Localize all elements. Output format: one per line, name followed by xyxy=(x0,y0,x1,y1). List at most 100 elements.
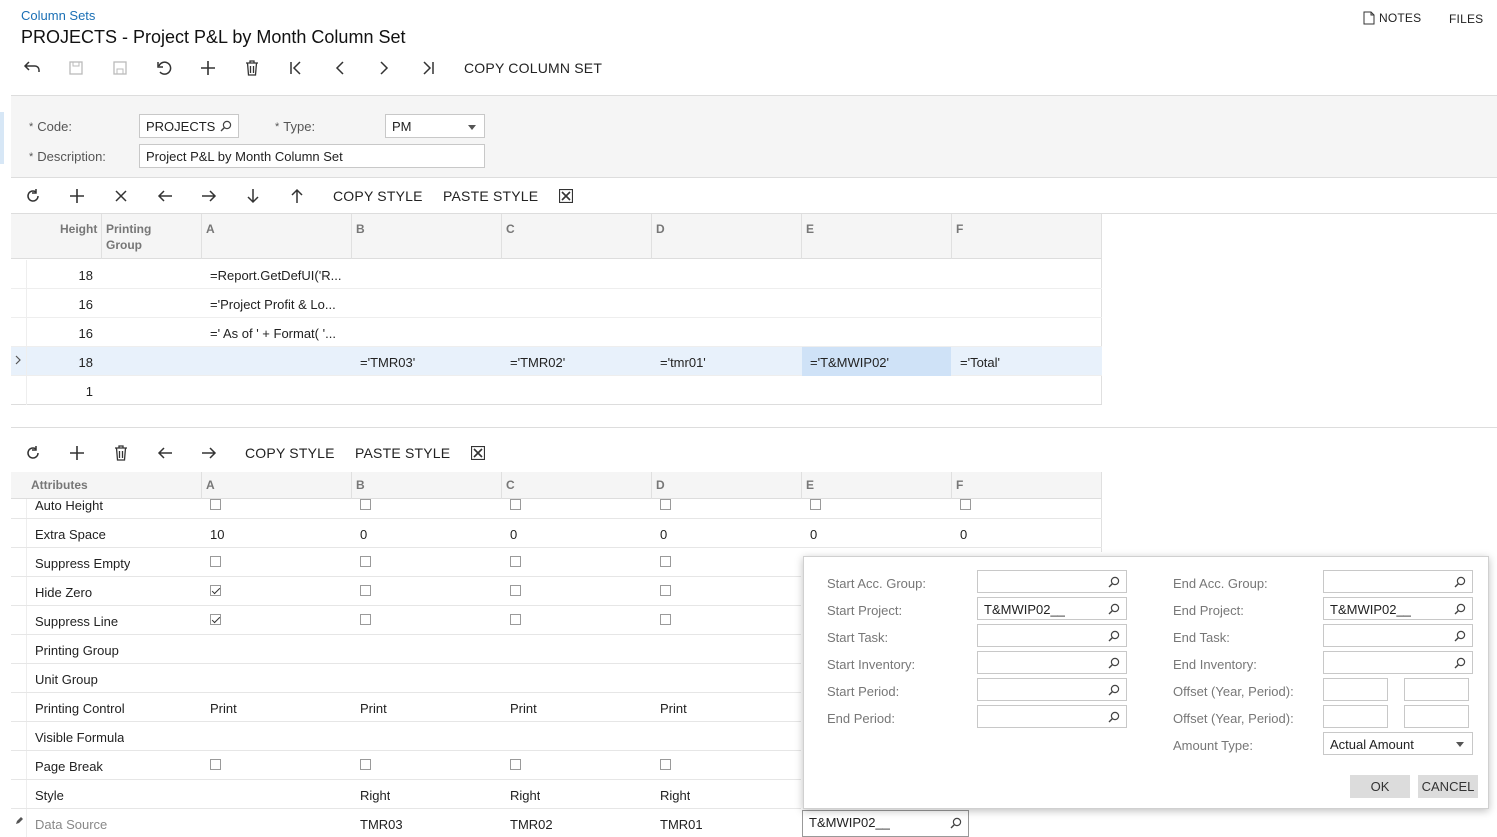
col-height[interactable]: Height xyxy=(60,222,97,236)
col-d[interactable]: D xyxy=(656,478,665,492)
search-icon[interactable] xyxy=(1454,603,1466,615)
cell-printing-control-b[interactable]: Print xyxy=(360,701,387,716)
cell-data-source-c[interactable]: TMR02 xyxy=(510,817,553,832)
cell-extra-space-a[interactable]: 10 xyxy=(210,527,224,542)
first-record-icon[interactable] xyxy=(285,57,307,79)
end-acc-group-input[interactable] xyxy=(1323,570,1473,593)
col-f[interactable]: F xyxy=(956,478,963,492)
cell-data-source-b[interactable]: TMR03 xyxy=(360,817,403,832)
start-inventory-input[interactable] xyxy=(977,651,1127,674)
copy-column-set-button[interactable]: COPY COLUMN SET xyxy=(464,60,602,76)
arrow-left-icon[interactable] xyxy=(154,442,176,464)
ok-button[interactable]: OK xyxy=(1350,775,1410,798)
paste-style-button[interactable]: PASTE STYLE xyxy=(355,445,450,461)
start-acc-group-input[interactable] xyxy=(977,570,1127,593)
cell-b[interactable]: ='TMR03' xyxy=(360,355,415,370)
cell-style-b[interactable]: Right xyxy=(360,788,390,803)
search-icon[interactable] xyxy=(1108,576,1120,588)
export-excel-icon[interactable] xyxy=(467,442,489,464)
offset-year-input-1[interactable] xyxy=(1323,678,1388,701)
col-attributes[interactable]: Attributes xyxy=(31,478,88,492)
copy-style-button[interactable]: COPY STYLE xyxy=(245,445,335,461)
cell-printing-control-d[interactable]: Print xyxy=(660,701,687,716)
search-icon[interactable] xyxy=(1454,576,1466,588)
cell-d[interactable]: ='tmr01' xyxy=(660,355,706,370)
close-icon[interactable] xyxy=(110,185,132,207)
search-icon[interactable] xyxy=(1108,711,1120,723)
checkbox-suppress-line-b[interactable] xyxy=(360,614,371,625)
search-icon[interactable] xyxy=(1454,630,1466,642)
checkbox-page-break-d[interactable] xyxy=(660,759,671,770)
cell-extra-space-e[interactable]: 0 xyxy=(810,527,817,542)
checkbox-hide-zero-c[interactable] xyxy=(510,585,521,596)
checkbox-suppress-empty-c[interactable] xyxy=(510,556,521,567)
col-a[interactable]: A xyxy=(206,222,215,236)
col-d[interactable]: D xyxy=(656,222,665,236)
paste-style-button[interactable]: PASTE STYLE xyxy=(443,188,538,204)
checkbox-hide-zero-a[interactable] xyxy=(210,585,221,596)
checkbox-suppress-empty-a[interactable] xyxy=(210,556,221,567)
start-task-input[interactable] xyxy=(977,624,1127,647)
arrow-up-icon[interactable] xyxy=(286,185,308,207)
checkbox-hide-zero-b[interactable] xyxy=(360,585,371,596)
start-project-input[interactable]: T&MWIP02__ xyxy=(977,597,1127,620)
cell-style-c[interactable]: Right xyxy=(510,788,540,803)
delete-icon[interactable] xyxy=(241,57,263,79)
checkbox-auto-height-a[interactable] xyxy=(210,499,221,510)
next-record-icon[interactable] xyxy=(373,57,395,79)
copy-style-button[interactable]: COPY STYLE xyxy=(333,188,423,204)
add-icon[interactable] xyxy=(197,57,219,79)
offset-year-input-2[interactable] xyxy=(1323,705,1388,728)
cell-extra-space-c[interactable]: 0 xyxy=(510,527,517,542)
end-inventory-input[interactable] xyxy=(1323,651,1473,674)
col-e[interactable]: E xyxy=(806,222,814,236)
add-row-icon[interactable] xyxy=(66,185,88,207)
save-icon[interactable] xyxy=(109,57,131,79)
checkbox-page-break-c[interactable] xyxy=(510,759,521,770)
search-icon[interactable] xyxy=(220,120,232,132)
checkbox-auto-height-c[interactable] xyxy=(510,499,521,510)
col-b[interactable]: B xyxy=(356,222,365,236)
last-record-icon[interactable] xyxy=(417,57,439,79)
description-input[interactable]: Project P&L by Month Column Set xyxy=(139,144,485,168)
previous-record-icon[interactable] xyxy=(329,57,351,79)
end-project-input[interactable]: T&MWIP02__ xyxy=(1323,597,1473,620)
cell-a[interactable]: ='Project Profit & Lo... xyxy=(210,297,345,312)
checkbox-page-break-b[interactable] xyxy=(360,759,371,770)
col-a[interactable]: A xyxy=(206,478,215,492)
type-select[interactable]: PM xyxy=(385,114,485,138)
code-input[interactable]: PROJECTS xyxy=(139,114,239,138)
checkbox-auto-height-b[interactable] xyxy=(360,499,371,510)
col-printing-group-1[interactable]: Printing xyxy=(106,222,151,236)
col-b[interactable]: B xyxy=(356,478,365,492)
table-row[interactable] xyxy=(11,376,1102,405)
refresh-icon[interactable] xyxy=(22,442,44,464)
data-source-editor[interactable]: T&MWIP02__ xyxy=(802,810,969,837)
col-e[interactable]: E xyxy=(806,478,814,492)
search-icon[interactable] xyxy=(950,817,962,829)
offset-period-input-2[interactable] xyxy=(1404,705,1469,728)
col-f[interactable]: F xyxy=(956,222,963,236)
end-period-input[interactable] xyxy=(977,705,1127,728)
checkbox-suppress-line-d[interactable] xyxy=(660,614,671,625)
files-link[interactable]: FILES xyxy=(1449,12,1483,26)
delete-icon[interactable] xyxy=(110,442,132,464)
checkbox-suppress-empty-d[interactable] xyxy=(660,556,671,567)
end-task-input[interactable] xyxy=(1323,624,1473,647)
table-row[interactable] xyxy=(11,318,1102,347)
cell-extra-space-b[interactable]: 0 xyxy=(360,527,367,542)
search-icon[interactable] xyxy=(1108,630,1120,642)
arrow-down-icon[interactable] xyxy=(242,185,264,207)
cancel-button[interactable]: CANCEL xyxy=(1418,775,1478,798)
checkbox-page-break-a[interactable] xyxy=(210,759,221,770)
search-icon[interactable] xyxy=(1108,657,1120,669)
checkbox-suppress-line-a[interactable] xyxy=(210,614,221,625)
search-icon[interactable] xyxy=(1454,657,1466,669)
amount-type-select[interactable]: Actual Amount xyxy=(1323,732,1473,755)
undo-icon[interactable] xyxy=(153,57,175,79)
search-icon[interactable] xyxy=(1108,603,1120,615)
checkbox-suppress-empty-b[interactable] xyxy=(360,556,371,567)
cell-data-source-d[interactable]: TMR01 xyxy=(660,817,703,832)
checkbox-auto-height-d[interactable] xyxy=(660,499,671,510)
cell-a[interactable]: =Report.GetDefUI('R... xyxy=(210,268,345,283)
